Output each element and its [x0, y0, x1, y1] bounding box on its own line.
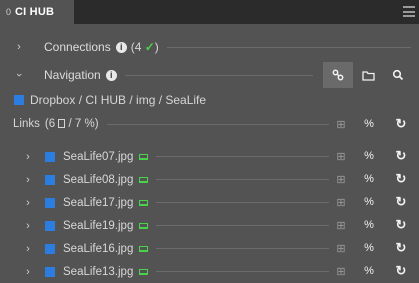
dropbox-icon — [45, 243, 55, 254]
dropbox-icon — [45, 220, 55, 231]
divider — [156, 225, 329, 226]
chevron-right-icon[interactable]: › — [23, 243, 33, 255]
link-icon[interactable]: % — [361, 116, 377, 132]
list-item[interactable]: › SeaLife07.jpg ⊞ % ↻ — [0, 145, 419, 168]
links-header: Links (6 / 7 %) ⊞ % ↻ — [0, 113, 419, 135]
refresh-icon[interactable]: ↻ — [393, 148, 409, 164]
menu-icon[interactable] — [403, 6, 415, 17]
connections-count-suffix: ) — [154, 40, 159, 54]
grid-icon[interactable]: ⊞ — [333, 116, 349, 132]
link-button[interactable] — [323, 62, 353, 88]
folder-button[interactable] — [353, 62, 383, 88]
file-name: SeaLife07.jpg — [63, 150, 134, 163]
link-icon[interactable]: % — [361, 148, 377, 164]
refresh-icon[interactable]: ↻ — [393, 240, 409, 256]
grid-icon[interactable]: ⊞ — [333, 194, 349, 210]
links-count-open: (6 — [44, 118, 56, 130]
grid-icon[interactable]: ⊞ — [333, 171, 349, 187]
file-icon — [58, 119, 66, 128]
divider — [156, 179, 329, 180]
divider — [156, 156, 329, 157]
grid-icon[interactable]: ⊞ — [333, 148, 349, 164]
info-icon[interactable]: i — [115, 41, 127, 53]
panel-tab[interactable]: 0 CI HUB — [0, 0, 74, 24]
breadcrumb-path: Dropbox / CI HUB / img / SeaLife — [30, 93, 207, 107]
list-item[interactable]: › SeaLife16.jpg ⊞ % ↻ — [0, 237, 419, 260]
grid-icon[interactable]: ⊞ — [333, 217, 349, 233]
link-icon[interactable]: % — [361, 171, 377, 187]
link-icon[interactable]: % — [361, 194, 377, 210]
dropbox-icon — [14, 95, 24, 105]
divider — [156, 271, 329, 272]
chevron-right-icon[interactable]: › — [23, 151, 33, 163]
dropbox-icon — [45, 151, 55, 162]
connections-count-prefix: (4 — [130, 40, 142, 54]
dropbox-icon — [45, 174, 55, 185]
link-icon[interactable]: % — [361, 263, 377, 279]
file-name: SeaLife17.jpg — [63, 196, 134, 209]
monitor-icon — [139, 176, 149, 183]
links-count-close: ) — [94, 118, 99, 130]
refresh-icon[interactable]: ↻ — [393, 263, 409, 279]
list-item[interactable]: › SeaLife13.jpg ⊞ % ↻ — [0, 260, 419, 283]
chevron-right-icon[interactable]: › — [23, 266, 33, 278]
search-button[interactable] — [383, 62, 413, 88]
refresh-icon[interactable]: ↻ — [393, 116, 409, 132]
search-icon — [392, 69, 404, 81]
links-count: (6 / 7 %) — [45, 118, 99, 130]
chevron-down-icon[interactable]: › — [13, 69, 25, 81]
title-bar: 0 CI HUB — [0, 0, 419, 24]
list-item[interactable]: › SeaLife08.jpg ⊞ % ↻ — [0, 168, 419, 191]
refresh-icon[interactable]: ↻ — [393, 217, 409, 233]
divider — [166, 46, 411, 48]
refresh-icon[interactable]: ↻ — [393, 194, 409, 210]
link-icon[interactable]: % — [361, 240, 377, 256]
grid-icon[interactable]: ⊞ — [333, 240, 349, 256]
ci-hub-panel: › Connections i (4 ✓) › Navigation i Dro… — [0, 24, 419, 283]
link-icon[interactable]: % — [361, 217, 377, 233]
chevron-right-icon[interactable]: › — [23, 174, 33, 186]
breadcrumb[interactable]: Dropbox / CI HUB / img / SeaLife — [0, 89, 419, 111]
grid-icon[interactable]: ⊞ — [333, 263, 349, 279]
chevron-right-icon[interactable]: › — [14, 41, 24, 53]
navigation-section[interactable]: › Navigation i — [0, 62, 419, 88]
links-label: Links — [13, 118, 40, 130]
monitor-icon — [139, 268, 149, 275]
tab-index: 0 — [6, 7, 12, 17]
divider — [156, 248, 329, 249]
refresh-icon[interactable]: ↻ — [393, 171, 409, 187]
chevron-right-icon[interactable]: › — [23, 220, 33, 232]
dropbox-icon — [45, 197, 55, 208]
navigation-label: Navigation — [44, 68, 101, 82]
connections-label: Connections — [44, 40, 111, 54]
folder-icon — [361, 70, 375, 81]
monitor-icon — [139, 245, 149, 252]
list-item[interactable]: › SeaLife17.jpg ⊞ % ↻ — [0, 191, 419, 214]
monitor-icon — [139, 222, 149, 229]
link-icon: % — [84, 118, 95, 130]
chevron-right-icon[interactable]: › — [23, 197, 33, 209]
monitor-icon — [139, 199, 149, 206]
link-icon — [332, 69, 344, 81]
divider — [106, 123, 329, 125]
monitor-icon — [139, 153, 149, 160]
connections-count: (4 ✓) — [131, 40, 159, 54]
file-name: SeaLife13.jpg — [63, 265, 134, 278]
check-icon: ✓ — [144, 40, 155, 54]
dropbox-icon — [45, 266, 55, 277]
links-count-mid: / 7 — [68, 118, 82, 130]
file-name: SeaLife16.jpg — [63, 242, 134, 255]
divider — [124, 74, 313, 76]
info-icon[interactable]: i — [105, 69, 117, 81]
tab-title: CI HUB — [15, 6, 55, 18]
connections-section[interactable]: › Connections i (4 ✓) — [0, 34, 419, 60]
divider — [156, 202, 329, 203]
list-item[interactable]: › SeaLife19.jpg ⊞ % ↻ — [0, 214, 419, 237]
file-name: SeaLife08.jpg — [63, 173, 134, 186]
file-name: SeaLife19.jpg — [63, 219, 134, 232]
